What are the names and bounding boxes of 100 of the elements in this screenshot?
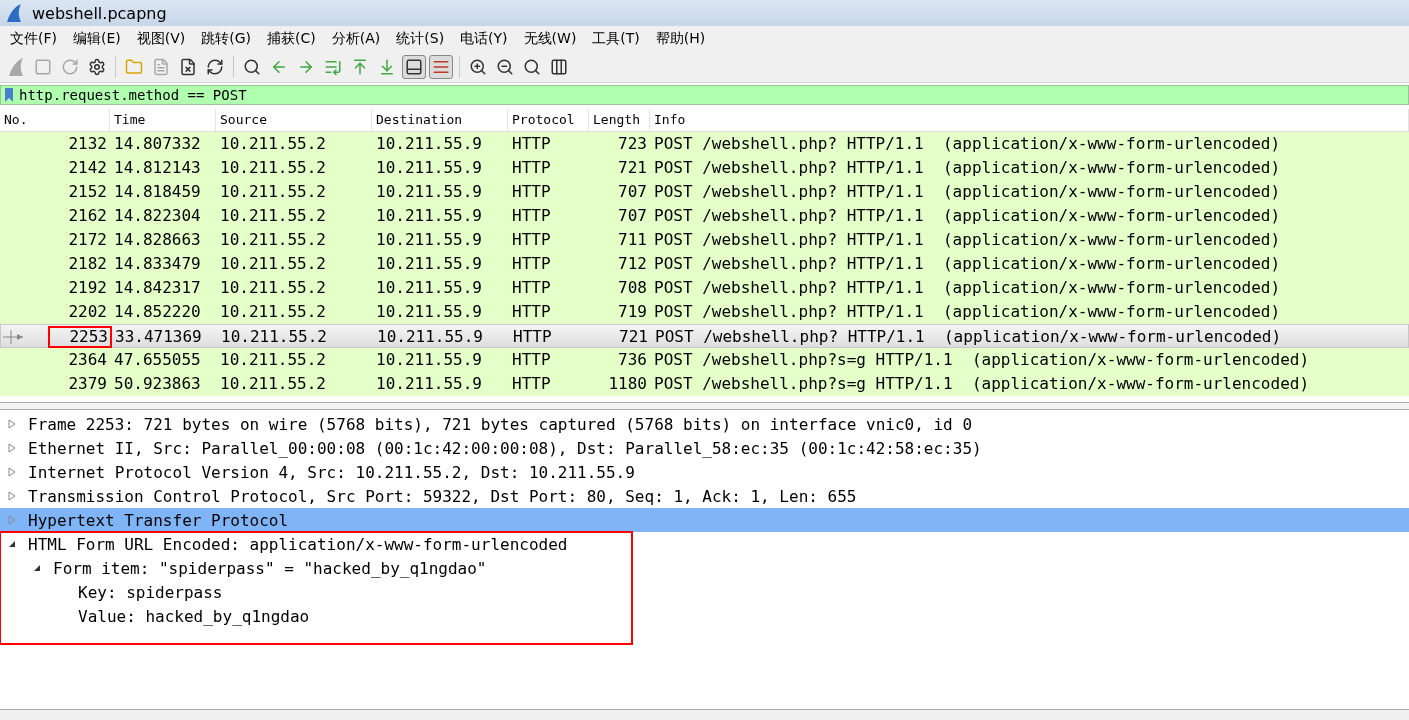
file-close-icon: [179, 58, 197, 76]
menu-item[interactable]: 工具(T): [584, 30, 648, 48]
collapsed-triangle-icon[interactable]: [8, 443, 16, 453]
table-cell-text: 707: [617, 205, 648, 227]
table-cell-text: 10.211.55.2: [219, 205, 327, 227]
table-cell-text: 719: [617, 301, 648, 323]
tree-row[interactable]: Frame 2253: 721 bytes on wire (5768 bits), 721 bytes captured (5768 bits) on interface vnic0, id 0: [0, 412, 1409, 436]
app-logo-icon: [4, 3, 24, 23]
go-to-line-icon: [324, 58, 342, 76]
restart-icon: [61, 58, 79, 76]
table-cell-text: 10.211.55.2: [219, 229, 327, 251]
table-cell-text: HTTP: [511, 181, 552, 203]
tree-row[interactable]: Form item: "spiderpass" = "hacked_by_q1ngdao": [0, 556, 632, 580]
table-cell-text: 2162: [67, 206, 108, 226]
toolbar-button[interactable]: [402, 55, 426, 79]
table-cell-text: 33.471369: [114, 326, 203, 348]
collapsed-triangle-icon[interactable]: [8, 419, 16, 429]
table-cell-text: POST /webshell.php? HTTP/1.1 (application/x-www-form-urlencoded): [653, 181, 1282, 203]
menu-item[interactable]: 跳转(G): [193, 30, 260, 48]
tree-label: HTML Form URL Encoded: application/x-www-form-urlencoded: [28, 534, 568, 554]
column-header[interactable]: Destination: [372, 109, 508, 131]
menu-item[interactable]: 捕获(C): [259, 30, 324, 48]
expanded-triangle-icon[interactable]: [8, 540, 16, 548]
tree-label: Ethernet II, Src: Parallel_00:00:08 (00:1c:42:00:00:08), Dst: Parallel_58:ec:35 (00:1c:42:58:ec:35): [28, 438, 982, 458]
column-header[interactable]: Source: [216, 109, 372, 131]
table-cell-text: 10.211.55.2: [219, 301, 327, 323]
menu-item[interactable]: 视图(V): [128, 30, 194, 48]
table-cell-text: POST /webshell.php?s=g HTTP/1.1 (application/x-www-form-urlencoded): [653, 373, 1311, 395]
columns-icon: [550, 58, 568, 76]
collapsed-triangle-icon[interactable]: [8, 491, 16, 501]
table-cell-text: POST /webshell.php? HTTP/1.1 (application/x-www-form-urlencoded): [653, 157, 1282, 179]
table-cell-text: 10.211.55.2: [219, 157, 327, 179]
right-arrow-icon: [297, 58, 315, 76]
packet-row[interactable]: 2364 47.655055 10.211.55.2 10.211.55.9 HTTP 736 POST /webshell.php?s=g HTTP/1.1 (application/x-www-form-urlencoded): [0, 348, 1409, 372]
table-cell-text: 10.211.55.9: [375, 181, 483, 203]
collapsed-triangle-icon[interactable]: [8, 467, 16, 477]
table-cell-text: 50.923863: [113, 373, 202, 395]
table-cell-text: HTTP: [511, 229, 552, 251]
tree-row[interactable]: Key: spiderpass: [0, 580, 632, 604]
tree-label: Value: hacked_by_q1ngdao: [78, 606, 310, 626]
bookmark-icon[interactable]: [3, 87, 15, 103]
menu-item[interactable]: 分析(A): [323, 30, 389, 48]
tree-row[interactable]: Internet Protocol Version 4, Src: 10.211.55.2, Dst: 10.211.55.9: [0, 460, 1409, 484]
table-cell-text: 10.211.55.2: [219, 277, 327, 299]
menu-item[interactable]: 电话(Y): [452, 30, 516, 48]
table-cell-text: 14.852220: [113, 301, 202, 323]
tree-label: Form item: "spiderpass" = "hacked_by_q1ngdao": [53, 558, 487, 578]
table-cell-text: 10.211.55.9: [375, 157, 483, 179]
pane-splitter[interactable]: [0, 402, 1409, 410]
table-cell-text: POST /webshell.php? HTTP/1.1 (application/x-www-form-urlencoded): [653, 301, 1282, 323]
table-cell-text: 10.211.55.2: [220, 326, 328, 348]
table-cell-text: 47.655055: [113, 349, 202, 371]
table-cell-text: 736: [617, 349, 648, 371]
expanded-triangle-icon[interactable]: [33, 564, 41, 572]
packet-row[interactable]: 2202 14.852220 10.211.55.2 10.211.55.9 HTTP 719 POST /webshell.php? HTTP/1.1 (application/x-www-form-urlencoded): [0, 300, 1409, 324]
packet-row[interactable]: 2132 14.807332 10.211.55.2 10.211.55.9 HTTP 723 POST /webshell.php? HTTP/1.1 (application/x-www-form-urlencoded): [0, 132, 1409, 156]
up-arrow-icon: [351, 58, 369, 76]
collapsed-triangle-icon[interactable]: [8, 515, 16, 525]
menu-item[interactable]: 无线(W): [515, 30, 585, 48]
packet-row[interactable]: 2162 14.822304 10.211.55.2 10.211.55.9 HTTP 707 POST /webshell.php? HTTP/1.1 (application/x-www-form-urlencoded): [0, 204, 1409, 228]
column-header[interactable]: No.: [0, 109, 110, 131]
menu-item[interactable]: 帮助(H): [647, 30, 714, 48]
table-cell-text: 10.211.55.9: [375, 301, 483, 323]
document-icon: [152, 58, 170, 76]
packet-row[interactable]: 2192 14.842317 10.211.55.2 10.211.55.9 HTTP 708 POST /webshell.php? HTTP/1.1 (application/x-www-form-urlencoded): [0, 276, 1409, 300]
tree-row[interactable]: Hypertext Transfer Protocol: [0, 508, 1409, 532]
menu-item[interactable]: 统计(S): [388, 30, 453, 48]
tree-label: Key: spiderpass: [78, 582, 223, 602]
column-header[interactable]: Length: [589, 109, 650, 131]
packet-row[interactable]: 2379 50.923863 10.211.55.2 10.211.55.9 HTTP 1180 POST /webshell.php?s=g HTTP/1.1 (application/x-www-form-urlencoded): [0, 372, 1409, 396]
table-cell-text: 10.211.55.9: [375, 349, 483, 371]
packet-row[interactable]: 2172 14.828663 10.211.55.2 10.211.55.9 HTTP 711 POST /webshell.php? HTTP/1.1 (application/x-www-form-urlencoded): [0, 228, 1409, 252]
table-cell-text: 708: [617, 277, 648, 299]
tree-row[interactable]: Value: hacked_by_q1ngdao: [0, 604, 632, 628]
column-header[interactable]: Info: [650, 109, 1409, 131]
menu-item[interactable]: 编辑(E): [65, 30, 129, 48]
table-cell-text: POST /webshell.php?s=g HTTP/1.1 (application/x-www-form-urlencoded): [653, 349, 1311, 371]
packet-row[interactable]: 2152 14.818459 10.211.55.2 10.211.55.9 HTTP 707 POST /webshell.php? HTTP/1.1 (application/x-www-form-urlencoded): [0, 180, 1409, 204]
column-header[interactable]: Time: [110, 109, 216, 131]
settings-icon: [88, 58, 106, 76]
table-cell-text: 10.211.55.9: [375, 229, 483, 251]
table-cell-text: 10.211.55.9: [375, 205, 483, 227]
tree-row[interactable]: Ethernet II, Src: Parallel_00:00:08 (00:1c:42:00:00:08), Dst: Parallel_58:ec:35 (00:1c:42:58:ec:35): [0, 436, 1409, 460]
table-cell-text: POST /webshell.php? HTTP/1.1 (application/x-www-form-urlencoded): [653, 133, 1282, 155]
zoom-out-icon: [496, 58, 514, 76]
table-cell-text: 2152: [67, 182, 108, 202]
table-cell-text: 2142: [67, 158, 108, 178]
packet-row[interactable]: 2253 33.471369 10.211.55.2 10.211.55.9 HTTP 721 POST /webshell.php? HTTP/1.1 (application/x-www-form-urlencoded): [0, 324, 1409, 348]
folder-icon: [125, 58, 143, 76]
tree-row[interactable]: HTML Form URL Encoded: application/x-www-form-urlencoded: [0, 532, 632, 556]
packet-row[interactable]: 2182 14.833479 10.211.55.2 10.211.55.9 HTTP 712 POST /webshell.php? HTTP/1.1 (application/x-www-form-urlencoded): [0, 252, 1409, 276]
table-cell-text: 10.211.55.9: [376, 326, 484, 348]
table-cell-text: HTTP: [511, 205, 552, 227]
column-header[interactable]: Protocol: [508, 109, 589, 131]
tree-row[interactable]: Transmission Control Protocol, Src Port: 59322, Dst Port: 80, Seq: 1, Ack: 1, Len: 655: [0, 484, 1409, 508]
table-cell-text: 10.211.55.9: [375, 253, 483, 275]
display-filter-field[interactable]: http.request.method == POST: [0, 85, 1409, 105]
table-cell-text: 10.211.55.9: [375, 373, 483, 395]
packet-row[interactable]: 2142 14.812143 10.211.55.2 10.211.55.9 HTTP 721 POST /webshell.php? HTTP/1.1 (application/x-www-form-urlencoded): [0, 156, 1409, 180]
menu-item[interactable]: 文件(F): [2, 30, 65, 48]
